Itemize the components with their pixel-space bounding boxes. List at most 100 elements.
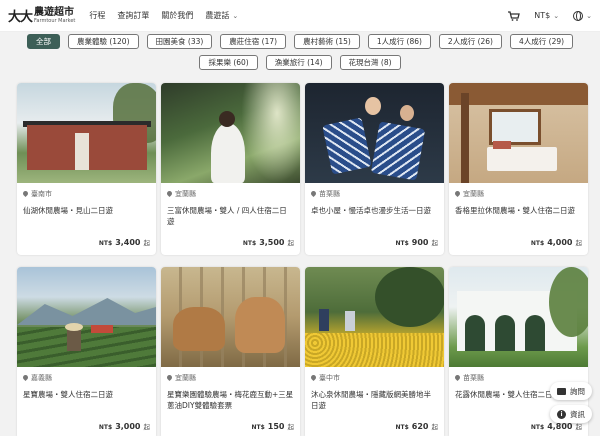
product-price: NT$ 150 起: [252, 421, 295, 431]
price-currency: NT$: [242, 240, 257, 247]
filter-chip-1-person[interactable]: 1人成行 (86): [367, 34, 431, 49]
filter-chip-farm-experience[interactable]: 農業體驗 (120): [67, 34, 139, 49]
product-title: 星寶農場・雙人住宿二日遊: [23, 390, 113, 399]
nav-item-about[interactable]: 關於我們: [161, 10, 193, 21]
filter-chip-2-person[interactable]: 2人成行 (26): [438, 34, 502, 49]
product-title: 三富休閒農場・雙人 / 四人住宿二日遊: [167, 206, 287, 226]
cart-icon: [508, 10, 521, 21]
price-currency: NT$: [98, 424, 113, 431]
location-label: 臺中市: [319, 374, 340, 382]
product-price: NT$ 620 起: [396, 421, 439, 431]
filter-chip-fishery-travel[interactable]: 漁業旅行 (14): [265, 55, 332, 70]
chat-icon: [557, 387, 566, 395]
product-image: [17, 83, 156, 183]
price-amount: 4,800: [547, 422, 573, 431]
price-amount: 620: [411, 422, 429, 431]
nav-item-order-lookup[interactable]: 查詢訂單: [117, 10, 149, 21]
price-suffix: 起: [143, 239, 151, 247]
price-suffix: 起: [143, 423, 151, 431]
location-label: 宜蘭縣: [463, 190, 484, 198]
logo-text-en: Farmtour Market: [34, 17, 76, 24]
price-amount: 3,400: [115, 238, 141, 247]
info-label: 資訊: [570, 409, 585, 419]
product-image: [17, 267, 156, 367]
price-suffix: 起: [431, 423, 439, 431]
chat-inquiry-button[interactable]: 詢問: [550, 382, 592, 400]
location-label: 嘉義縣: [31, 374, 52, 382]
header-actions: NT$ ⌄ ⌄: [508, 10, 592, 21]
product-image: [161, 83, 300, 183]
price-currency: NT$: [395, 240, 409, 247]
location-label: 苗栗縣: [463, 374, 484, 382]
location-label: 宜蘭縣: [175, 190, 196, 198]
price-suffix: 起: [431, 239, 439, 247]
category-filters: 全部 農業體驗 (120) 田園美食 (33) 農莊住宿 (17) 農村藝術 (…: [0, 32, 600, 70]
info-icon: i: [557, 409, 566, 419]
filter-chip-fruit-picking[interactable]: 採果樂 (60): [199, 55, 258, 70]
product-card[interactable]: 宜蘭縣 三富休閒農場・雙人 / 四人住宿二日遊 NT$ 3,500 起: [161, 83, 300, 255]
product-image: [305, 83, 444, 183]
product-card[interactable]: 嘉義縣 星寶農場・雙人住宿二日遊 NT$ 3,000 起: [17, 267, 156, 436]
location-pin-icon: [167, 375, 172, 382]
price-amount: 3,500: [259, 238, 285, 247]
product-card[interactable]: 宜蘭縣 香格里拉休閒農場・雙人住宿二日遊 NT$ 4,000 起: [449, 83, 588, 255]
nav-item-trips[interactable]: 行程: [89, 10, 105, 21]
filter-chip-flower-taiwan[interactable]: 花現台灣 (8): [339, 55, 401, 70]
chevron-down-icon: ⌄: [553, 11, 560, 20]
product-image: [449, 83, 588, 183]
product-location: 臺中市: [311, 373, 438, 383]
filter-chip-all[interactable]: 全部: [26, 34, 60, 49]
location-label: 宜蘭縣: [175, 374, 196, 382]
product-card[interactable]: 臺南市 仙湖休閒農場・見山二日遊 NT$ 3,400 起: [17, 83, 156, 255]
product-image: [449, 267, 588, 367]
location-label: 臺南市: [31, 190, 52, 198]
price-suffix: 起: [287, 423, 295, 431]
chevron-down-icon: ⌄: [586, 11, 592, 20]
price-currency: NT$: [98, 240, 113, 247]
location-label: 苗栗縣: [319, 190, 340, 198]
location-pin-icon: [455, 375, 460, 382]
language-selector[interactable]: ⌄: [573, 10, 592, 21]
product-title: 沐心泉休閒農場・隱藏版網美勝地半日遊: [311, 390, 431, 410]
product-title: 卓也小屋・慢活卓也漫步生活一日遊: [311, 206, 431, 215]
main-nav: 行程 查詢訂單 關於我們 農遊話 ⌄: [89, 10, 238, 21]
product-title: 星寶樂園體驗農場・梅花鹿互動+三星蔥油DIY雙體驗套票: [167, 390, 294, 410]
price-amount: 900: [411, 238, 429, 247]
filter-chip-village-art[interactable]: 農村藝術 (15): [294, 34, 360, 49]
site-logo[interactable]: 大大 農遊超市 Farmtour Market: [8, 6, 75, 25]
product-card[interactable]: 臺中市 沐心泉休閒農場・隱藏版網美勝地半日遊 NT$ 620 起: [305, 267, 444, 436]
nav-item-farmtalk[interactable]: 農遊話 ⌄: [205, 10, 238, 21]
product-card[interactable]: 宜蘭縣 星寶樂園體驗農場・梅花鹿互動+三星蔥油DIY雙體驗套票 NT$ 150 …: [161, 267, 300, 436]
product-price: NT$ 3,000 起: [99, 421, 150, 431]
product-card[interactable]: 苗栗縣 卓也小屋・慢活卓也漫步生活一日遊 NT$ 900 起: [305, 83, 444, 255]
currency-label: NT$: [534, 11, 551, 20]
currency-selector[interactable]: NT$ ⌄: [534, 11, 559, 20]
product-location: 苗栗縣: [311, 189, 438, 199]
cart-button[interactable]: [508, 10, 521, 21]
filter-chip-country-food[interactable]: 田園美食 (33): [146, 34, 213, 49]
product-image: [161, 267, 300, 367]
product-location: 宜蘭縣: [167, 189, 294, 199]
filter-chip-4-person[interactable]: 4人成行 (29): [509, 34, 574, 49]
location-pin-icon: [23, 191, 28, 198]
top-header: 大大 農遊超市 Farmtour Market 行程 查詢訂單 關於我們 農遊話…: [0, 0, 600, 32]
info-button[interactable]: i 資訊: [550, 405, 592, 423]
page: 大大 農遊超市 Farmtour Market 行程 查詢訂單 關於我們 農遊話…: [0, 0, 600, 436]
product-location: 宜蘭縣: [167, 373, 294, 383]
product-location: 宜蘭縣: [455, 189, 582, 199]
product-title: 仙湖休閒農場・見山二日遊: [23, 206, 113, 215]
price-amount: 150: [267, 422, 285, 431]
nav-item-farmtalk-label: 農遊話: [205, 11, 230, 20]
filter-row-2: 採果樂 (60) 漁業旅行 (14) 花現台灣 (8): [12, 55, 588, 70]
price-currency: NT$: [530, 424, 545, 431]
logo-mark-icon: 大大: [8, 10, 33, 25]
price-suffix: 起: [287, 239, 295, 247]
filter-chip-farm-stay[interactable]: 農莊住宿 (17): [220, 34, 287, 49]
product-price: NT$ 3,400 起: [99, 237, 150, 247]
product-price: NT$ 3,500 起: [243, 237, 294, 247]
product-title: 香格里拉休閒農場・雙人住宿二日遊: [455, 206, 575, 215]
product-image: [305, 267, 444, 367]
product-location: 嘉義縣: [23, 373, 150, 383]
filter-row-1: 全部 農業體驗 (120) 田園美食 (33) 農莊住宿 (17) 農村藝術 (…: [12, 34, 588, 49]
product-price: NT$ 4,000 起: [531, 237, 582, 247]
